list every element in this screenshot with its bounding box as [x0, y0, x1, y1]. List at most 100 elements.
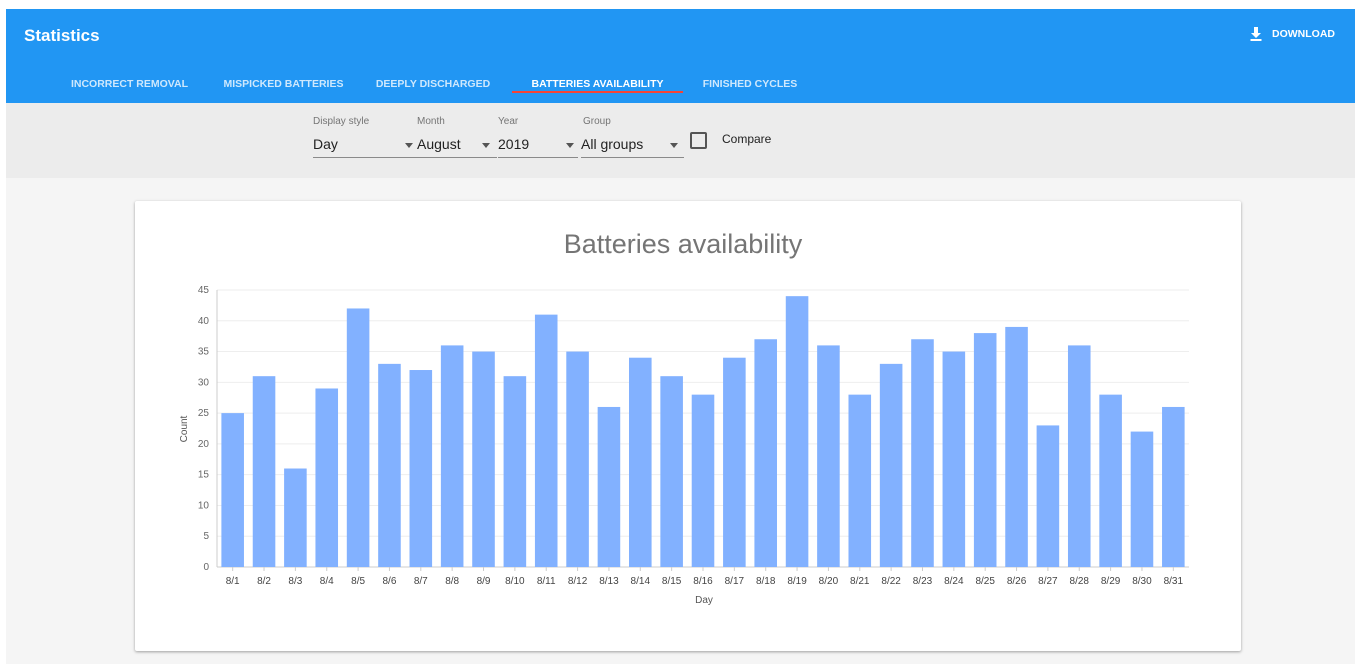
bar [409, 370, 433, 567]
bar [723, 357, 746, 567]
tab-mispicked-batteries[interactable]: MISPICKED BATTERIES [215, 65, 352, 103]
x-tick-label: 8/19 [787, 576, 807, 587]
y-tick-label: 25 [198, 408, 210, 419]
x-tick-label: 8/21 [850, 576, 870, 587]
x-tick-label: 8/15 [662, 576, 682, 587]
download-label: DOWNLOAD [1272, 28, 1335, 40]
top-strip [0, 0, 1355, 9]
bar [503, 376, 527, 567]
x-tick-label: 8/22 [881, 576, 901, 587]
chevron-down-icon [670, 143, 678, 148]
month-value: August [417, 136, 461, 152]
group-value: All groups [581, 136, 644, 152]
y-tick-label: 30 [198, 377, 210, 388]
x-tick-label: 8/4 [320, 576, 334, 587]
bar [315, 388, 339, 567]
group-select[interactable]: Group All groups [581, 103, 684, 178]
x-tick-label: 8/9 [477, 576, 491, 587]
bar [1067, 345, 1091, 567]
bar [879, 363, 903, 567]
chevron-down-icon [405, 143, 413, 148]
chevron-down-icon [482, 143, 490, 148]
bar [785, 296, 809, 567]
bar [660, 376, 683, 567]
app-header: Statistics DOWNLOAD INCORRECT REMOVAL MI… [6, 9, 1355, 103]
y-tick-label: 5 [203, 531, 209, 542]
compare-label: Compare [722, 132, 772, 146]
x-tick-label: 8/11 [537, 576, 556, 587]
bar [817, 345, 840, 567]
x-tick-label: 8/31 [1164, 576, 1184, 587]
bar [1036, 425, 1060, 567]
bar [472, 351, 495, 567]
x-tick-label: 8/26 [1007, 576, 1027, 587]
bar [597, 406, 621, 567]
bar [221, 413, 244, 567]
x-tick-label: 8/18 [756, 576, 776, 587]
x-tick-label: 8/7 [414, 576, 428, 587]
y-tick-label: 10 [198, 500, 210, 511]
y-tick-label: 45 [198, 285, 210, 296]
x-tick-label: 8/20 [819, 576, 839, 587]
x-tick-label: 8/1 [226, 576, 240, 587]
x-tick-label: 8/6 [382, 576, 396, 587]
download-icon [1250, 27, 1262, 41]
bar [1005, 326, 1028, 567]
year-select[interactable]: Year 2019 [498, 103, 578, 178]
x-tick-label: 8/3 [288, 576, 302, 587]
month-label: Month [417, 116, 445, 127]
year-label: Year [498, 116, 519, 127]
x-tick-label: 8/14 [631, 576, 651, 587]
display-style-value: Day [313, 136, 338, 152]
bar [848, 394, 872, 567]
page-title: Statistics [24, 26, 100, 45]
y-tick-label: 35 [198, 347, 210, 358]
bar [911, 339, 934, 567]
x-tick-label: 8/13 [599, 576, 619, 587]
chevron-down-icon [566, 143, 574, 148]
month-select[interactable]: Month August [417, 103, 497, 178]
display-style-select[interactable]: Display style Day [313, 103, 419, 178]
app-root: Statistics DOWNLOAD INCORRECT REMOVAL MI… [0, 0, 1355, 664]
bar [440, 345, 464, 567]
x-tick-label: 8/17 [725, 576, 745, 587]
bar [252, 376, 276, 567]
axes: 0 5 10 15 20 25 30 35 40 45 8/1 8/2 8/3 8/4 8/5 8/6 8/7 8… [198, 285, 1184, 587]
tab-batteries-availability[interactable]: BATTERIES AVAILABILITY [512, 65, 683, 103]
chart-title: Batteries availability [564, 229, 803, 259]
bar [378, 363, 401, 567]
group-underline [581, 157, 684, 158]
x-tick-label: 8/24 [944, 576, 964, 587]
compare-checkbox[interactable] [690, 132, 707, 149]
x-tick-label: 8/28 [1070, 576, 1090, 587]
bar [346, 308, 370, 567]
tab-finished-cycles[interactable]: FINISHED CYCLES [694, 65, 806, 103]
tab-incorrect-removal[interactable]: INCORRECT REMOVAL [54, 65, 205, 103]
y-tick-label: 20 [198, 439, 210, 450]
x-tick-label: 8/29 [1101, 576, 1121, 587]
month-underline [417, 157, 497, 158]
y-tick-label: 0 [203, 562, 209, 573]
bar [1162, 406, 1185, 567]
x-tick-label: 8/5 [351, 576, 365, 587]
display-style-underline [313, 157, 419, 158]
x-tick-label: 8/27 [1038, 576, 1058, 587]
y-tick-label: 15 [198, 470, 210, 481]
x-tick-label: 8/8 [445, 576, 459, 587]
bar [629, 357, 652, 567]
x-tick-label: 8/12 [568, 576, 588, 587]
tab-deeply-discharged[interactable]: DEEPLY DISCHARGED [370, 65, 496, 103]
bar [754, 339, 777, 567]
y-tick-label: 40 [198, 316, 210, 327]
year-underline [498, 157, 578, 158]
bar [284, 468, 307, 567]
bar [534, 314, 558, 567]
bar [942, 351, 966, 567]
x-axis-label: Day [695, 595, 713, 606]
download-button[interactable]: DOWNLOAD [1250, 27, 1335, 41]
x-tick-label: 8/30 [1132, 576, 1152, 587]
bar [566, 351, 589, 567]
bar [1099, 394, 1122, 567]
display-style-label: Display style [313, 116, 370, 127]
bar [1130, 431, 1154, 567]
